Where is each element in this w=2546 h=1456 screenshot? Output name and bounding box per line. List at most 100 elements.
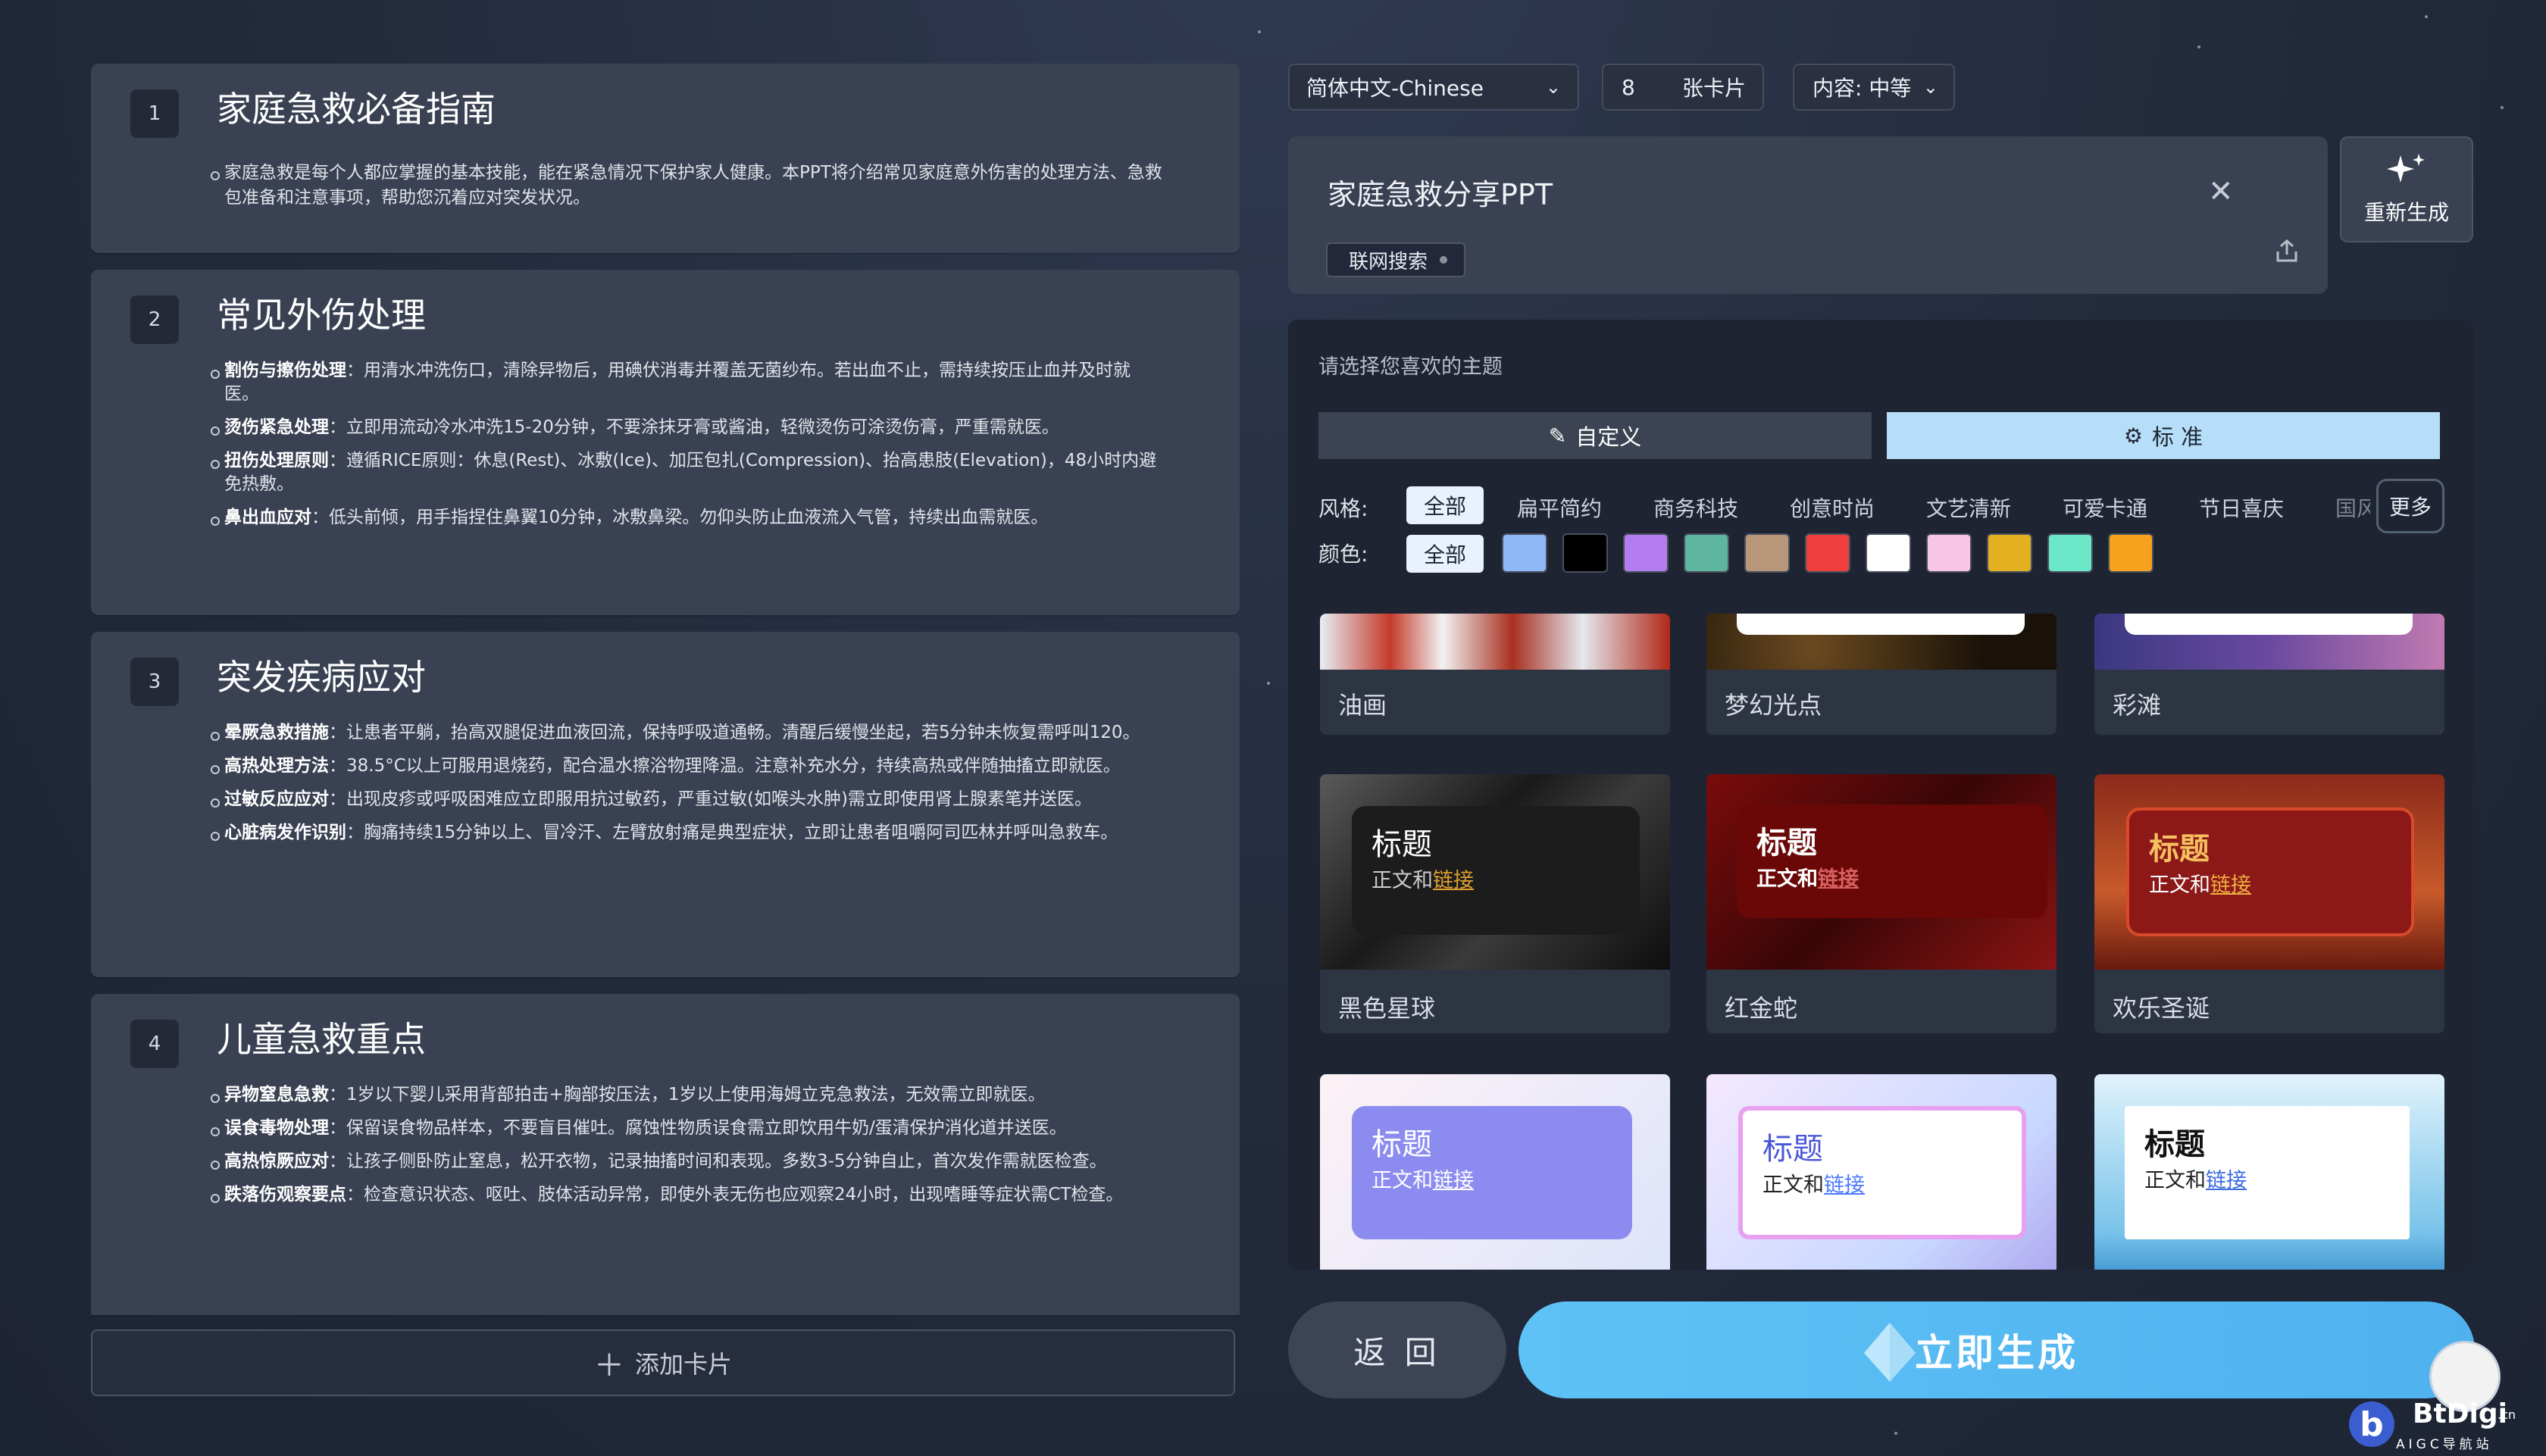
color-swatch[interactable]: [1562, 533, 1608, 573]
outline-card[interactable]: 3 突发疾病应对 晕厥急救措施：让患者平躺，抬高双腿促进血液回流，保持呼吸道通畅…: [91, 632, 1240, 977]
content-length-value: 内容: 中等: [1813, 76, 1912, 101]
style-chip-flat[interactable]: 扁平简约: [1517, 492, 1602, 523]
card-count-unit: 张卡片: [1681, 76, 1746, 101]
card-bullet[interactable]: 误食毒物处理：保留误食物品样本，不要盲目催吐。腐蚀性物质误食需立即饮用牛奶/蛋清…: [211, 1117, 1164, 1140]
add-card-button[interactable]: ＋ 添加卡片: [91, 1329, 1235, 1396]
plus-icon: ＋: [593, 1348, 624, 1383]
card-bullet[interactable]: 异物窒息急救：1岁以下婴儿采用背部拍击+胸部按压法，1岁以上使用海姆立克急救法，…: [211, 1083, 1164, 1107]
color-swatch[interactable]: [1502, 533, 1547, 573]
regenerate-button[interactable]: 重新生成: [2340, 136, 2473, 242]
outline-card[interactable]: 4 儿童急救重点 异物窒息急救：1岁以下婴儿采用背部拍击+胸部按压法，1岁以上使…: [91, 994, 1240, 1315]
theme-thumbnail: [1320, 614, 1670, 670]
theme-name: 黑色星球: [1338, 994, 1436, 1023]
tab-standard[interactable]: ⚙ 标 准: [1887, 412, 2440, 459]
theme-card-black-planet[interactable]: 标题 正文和链接 黑色星球: [1320, 774, 1670, 1033]
color-swatch[interactable]: [2047, 533, 2093, 573]
style-chip-cute[interactable]: 可爱卡通: [2063, 492, 2147, 523]
style-chip-business[interactable]: 商务科技: [1653, 492, 1738, 523]
theme-card-merry-christmas[interactable]: 标题 正文和链接 欢乐圣诞: [2094, 774, 2444, 1033]
background-star: [2197, 45, 2200, 48]
close-icon[interactable]: ✕: [2208, 174, 2234, 209]
tab-custom-label: 自定义: [1575, 424, 1642, 450]
sample-title: 标题: [1756, 826, 1817, 861]
prompt-box[interactable]: 家庭急救分享PPT ✕ 联网搜索: [1288, 136, 2328, 294]
language-select[interactable]: 简体中文-Chinese ⌄: [1288, 64, 1579, 111]
more-styles-label: 更多: [2388, 495, 2432, 520]
color-swatch[interactable]: [1744, 533, 1790, 573]
sample-title: 标题: [2144, 1127, 2205, 1162]
theme-thumbnail: 标题 正文和链接: [2094, 1074, 2444, 1270]
style-chip-chinese[interactable]: 国风: [2335, 492, 2370, 523]
theme-card-red-gold-snake[interactable]: 标题 正文和链接 红金蛇: [1706, 774, 2057, 1033]
color-swatch[interactable]: [1684, 533, 1729, 573]
tab-custom[interactable]: ✎ 自定义: [1318, 412, 1872, 459]
generate-button[interactable]: 立即生成: [1519, 1301, 2475, 1398]
tab-standard-label: 标 准: [2151, 424, 2204, 450]
card-number: 4: [130, 1020, 179, 1068]
card-count-value: 8: [1622, 74, 1635, 100]
theme-card-oil-painting[interactable]: 油画: [1320, 614, 1670, 735]
theme-card-purple-gradient[interactable]: 标题 正文和链接: [1320, 1074, 1670, 1270]
card-title[interactable]: 常见外伤处理: [217, 288, 426, 338]
sample-title: 标题: [2149, 832, 2210, 867]
watermark-brand: BtDigi: [2413, 1398, 2507, 1429]
card-bullet[interactable]: 扭伤处理原则：遵循RICE原则：休息(Rest)、冰敷(Ice)、加压包扎(Co…: [211, 449, 1164, 496]
color-swatch[interactable]: [1623, 533, 1669, 573]
color-swatch[interactable]: [1805, 533, 1850, 573]
theme-thumbnail: 标题 正文和链接: [1706, 774, 2057, 970]
style-chip-all[interactable]: 全部: [1406, 486, 1484, 524]
gear-icon: ⚙: [2123, 423, 2143, 448]
theme-thumbnail: 标题 正文和链接: [2094, 774, 2444, 970]
sample-body: 正文和链接: [1372, 1169, 1474, 1192]
card-title[interactable]: 突发疾病应对: [217, 650, 426, 700]
theme-card-colorful-beach[interactable]: 彩滩: [2094, 614, 2444, 735]
card-count-input[interactable]: 8 张卡片: [1602, 64, 1764, 111]
card-bullet[interactable]: 高热处理方法：38.5°C以上可服用退烧药，配合温水擦浴物理降温。注意补充水分，…: [211, 755, 1164, 778]
watermark-logo: b BtDigi .cn AIGC导航站: [2349, 1341, 2531, 1454]
content-length-select[interactable]: 内容: 中等 ⌄: [1793, 64, 1955, 111]
card-bullet[interactable]: 晕厥急救措施：让患者平躺，抬高双腿促进血液回流，保持呼吸道通畅。清醒后缓慢坐起，…: [211, 721, 1164, 745]
web-search-toggle[interactable]: 联网搜索: [1326, 242, 1466, 277]
more-styles-button[interactable]: 更多: [2376, 479, 2444, 533]
sample-body: 正文和链接: [2149, 873, 2251, 897]
background-star: [2501, 106, 2504, 109]
card-number: 1: [130, 89, 179, 138]
style-chip-literary[interactable]: 文艺清新: [1926, 492, 2011, 523]
theme-panel: 请选择您喜欢的主题 ✎ 自定义 ⚙ 标 准 风格: 全部 扁平简约 商务科技 创…: [1288, 320, 2473, 1270]
chevron-down-icon: ⌄: [1922, 77, 1938, 98]
web-search-label: 联网搜索: [1349, 250, 1428, 273]
card-bullet[interactable]: 烫伤紧急处理：立即用流动冷水冲洗15-20分钟，不要涂抹牙膏或酱油，轻微烫伤可涂…: [211, 416, 1164, 439]
theme-card-dreamy-lights[interactable]: 梦幻光点: [1706, 614, 2057, 735]
card-bullet[interactable]: 跌落伤观察要点：检查意识状态、呕吐、肢体活动异常，即使外表无伤也应观察24小时，…: [211, 1183, 1164, 1207]
theme-card-pink-frame[interactable]: 标题 正文和链接: [1706, 1074, 2057, 1270]
style-filter-label: 风格:: [1318, 496, 1368, 521]
color-swatch[interactable]: [2108, 533, 2153, 573]
card-bullet[interactable]: 割伤与擦伤处理：用清水冲洗伤口，清除异物后，用碘伏消毒并覆盖无菌纱布。若出血不止…: [211, 359, 1164, 406]
background-star: [2425, 15, 2428, 18]
outline-card[interactable]: 2 常见外伤处理 割伤与擦伤处理：用清水冲洗伤口，清除异物后，用碘伏消毒并覆盖无…: [91, 270, 1240, 615]
chevron-down-icon: ⌄: [1545, 77, 1561, 98]
watermark-subtitle: AIGC导航站: [2396, 1437, 2493, 1452]
color-swatch[interactable]: [1926, 533, 1972, 573]
style-chip-festival[interactable]: 节日喜庆: [2199, 492, 2284, 523]
back-button[interactable]: 返 回: [1288, 1301, 1506, 1398]
theme-card-blue-ice[interactable]: 标题 正文和链接: [2094, 1074, 2444, 1270]
card-bullet[interactable]: 过敏反应应对：出现皮疹或呼吸困难应立即服用抗过敏药，严重过敏(如喉头水肿)需立即…: [211, 788, 1164, 811]
outline-card[interactable]: 1 家庭急救必备指南 家庭急救是每个人都应掌握的基本技能，能在紧急情况下保护家人…: [91, 64, 1240, 253]
sample-body: 正文和链接: [1756, 867, 1859, 891]
card-bullet[interactable]: 高热惊厥应对：让孩子侧卧防止窒息，松开衣物，记录抽搐时间和表现。多数3-5分钟自…: [211, 1150, 1164, 1173]
logo-b-icon: b: [2349, 1401, 2394, 1447]
watermark-domain: .cn: [2498, 1408, 2516, 1422]
card-bullet[interactable]: 鼻出血应对：低头前倾，用手指捏住鼻翼10分钟，冰敷鼻梁。勿仰头防止血液流入气管，…: [211, 506, 1164, 530]
share-icon[interactable]: [2273, 238, 2300, 268]
card-intro[interactable]: 家庭急救是每个人都应掌握的基本技能，能在紧急情况下保护家人健康。本PPT将介绍常…: [211, 161, 1164, 211]
color-swatch[interactable]: [1987, 533, 2032, 573]
card-title[interactable]: 家庭急救必备指南: [217, 82, 496, 132]
card-title[interactable]: 儿童急救重点: [217, 1012, 426, 1062]
color-swatch[interactable]: [1866, 533, 1911, 573]
prompt-text[interactable]: 家庭急救分享PPT: [1328, 171, 1553, 213]
magic-wand-icon: ✎: [1548, 423, 1567, 448]
color-chip-all[interactable]: 全部: [1406, 535, 1484, 573]
card-bullet[interactable]: 心脏病发作识别：胸痛持续15分钟以上、冒冷汗、左臂放射痛是典型症状，立即让患者咀…: [211, 821, 1164, 845]
style-chip-creative[interactable]: 创意时尚: [1790, 492, 1875, 523]
